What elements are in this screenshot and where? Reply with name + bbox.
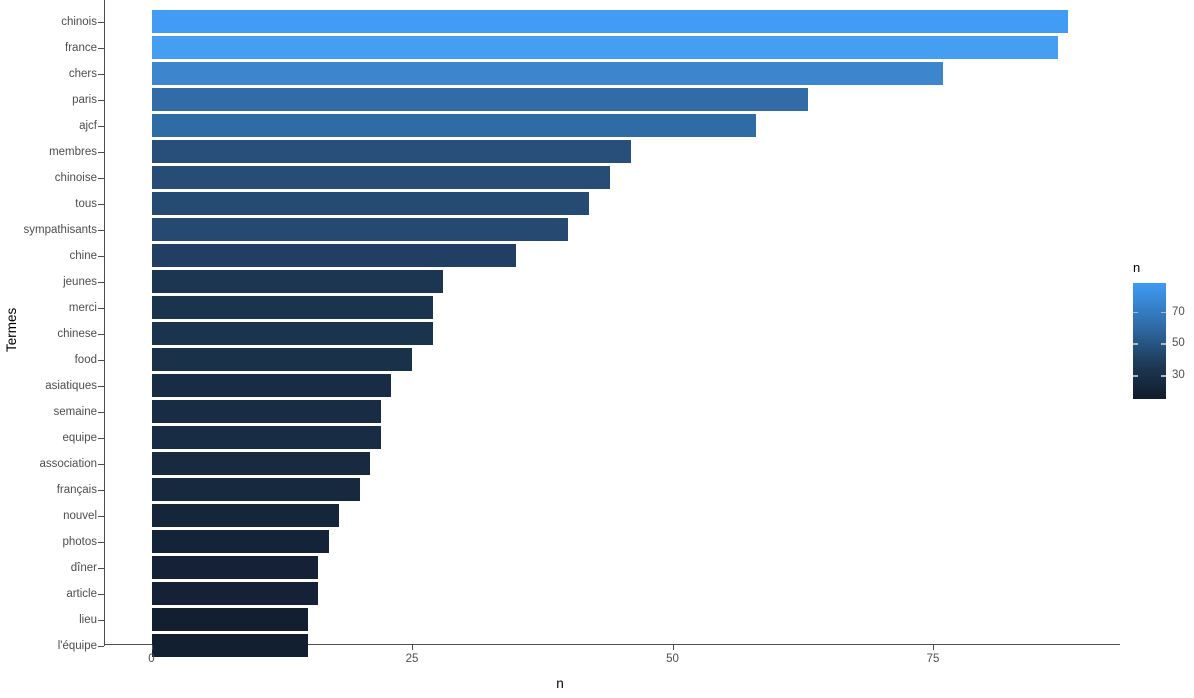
bar [151, 88, 808, 111]
y-tick-mark [98, 73, 104, 75]
legend: n 70 50 30 [1130, 260, 1194, 410]
y-tick-label: sympathisants [23, 223, 97, 236]
bar [151, 478, 360, 501]
y-tick-mark [98, 593, 104, 595]
bar [151, 270, 444, 293]
bar [151, 400, 381, 423]
legend-tick-label: 30 [1172, 369, 1185, 382]
x-tick-label: 50 [666, 653, 679, 665]
bar [151, 140, 631, 163]
y-tick-label: semaine [53, 405, 97, 418]
y-tick-label: photos [62, 535, 97, 548]
y-axis-line [104, 0, 106, 646]
bar [151, 530, 329, 553]
bar [151, 166, 610, 189]
y-tick-mark [98, 229, 104, 231]
bar [151, 556, 319, 579]
y-tick-label: paris [72, 93, 97, 106]
y-tick-label: jeunes [63, 275, 97, 288]
legend-title: n [1133, 260, 1141, 275]
x-tick-label: 75 [926, 653, 940, 665]
y-tick-label: equipe [62, 431, 97, 444]
bar [151, 374, 392, 397]
y-tick-label: france [65, 41, 97, 54]
x-tick-label: 25 [405, 653, 419, 665]
bar [151, 452, 371, 475]
y-tick-mark [98, 541, 104, 543]
y-tick-mark [98, 47, 104, 49]
y-tick-label: merci [68, 301, 97, 314]
legend-colorbar [1133, 283, 1166, 399]
y-tick-mark [98, 177, 104, 179]
bar [151, 296, 433, 319]
y-tick-label: chinois [61, 15, 97, 28]
y-tick-mark [98, 411, 104, 413]
y-tick-mark [98, 359, 104, 361]
y-tick-label: chinoise [54, 171, 97, 184]
y-tick-mark [98, 281, 104, 283]
y-tick-mark [98, 489, 104, 491]
y-tick-mark [98, 255, 104, 257]
y-tick-mark [98, 333, 104, 335]
y-tick-mark [98, 515, 104, 517]
bar [151, 322, 433, 345]
y-tick-mark [98, 203, 104, 205]
bar [151, 10, 1069, 33]
y-tick-label: association [39, 457, 97, 470]
y-tick-label: nouvel [63, 509, 97, 522]
y-tick-mark [98, 21, 104, 23]
bar [151, 504, 340, 527]
y-tick-label: chinese [57, 327, 97, 340]
legend-tick-label: 50 [1172, 337, 1185, 350]
x-tick-mark [933, 645, 935, 650]
y-tick-mark [98, 463, 104, 465]
bar [151, 608, 308, 631]
y-tick-mark [98, 567, 104, 569]
bar-chart: Termes n chinois france chers paris ajcf memb… [0, 0, 1194, 698]
y-tick-mark [98, 619, 104, 621]
y-tick-label: français [56, 483, 97, 496]
y-tick-label: lieu [79, 613, 97, 626]
bar [151, 582, 319, 605]
legend-tick-mark [1133, 343, 1138, 345]
y-tick-mark [98, 437, 104, 439]
y-tick-label: ajcf [79, 119, 97, 132]
legend-tick-mark [1161, 343, 1166, 345]
y-tick-mark [98, 151, 104, 153]
y-tick-label: chers [68, 67, 97, 80]
bar [151, 426, 381, 449]
legend-tick-label: 70 [1172, 305, 1185, 318]
y-tick-label: tous [75, 197, 97, 210]
bar [151, 114, 756, 137]
x-tick-mark [412, 645, 414, 650]
x-tick-mark [151, 645, 153, 650]
y-tick-label: article [66, 587, 97, 600]
y-tick-label: membres [49, 145, 97, 158]
y-tick-label: food [74, 353, 97, 366]
bar [151, 218, 569, 241]
y-tick-mark [98, 307, 104, 309]
bar [151, 348, 412, 371]
bar [151, 62, 944, 85]
x-tick-mark [672, 645, 674, 650]
legend-tick-mark [1133, 311, 1138, 313]
y-tick-label: l'équipe [57, 639, 97, 652]
y-tick-mark [98, 385, 104, 387]
y-tick-label: asiatiques [45, 379, 97, 392]
legend-tick-mark [1161, 311, 1166, 313]
legend-tick-mark [1161, 375, 1166, 377]
x-axis-title: n [556, 676, 564, 691]
bar [151, 244, 517, 267]
x-tick-label: 0 [148, 653, 155, 665]
bar [151, 634, 308, 657]
y-tick-mark [98, 645, 104, 647]
y-tick-label: dîner [70, 561, 97, 574]
bar [151, 36, 1059, 59]
bar [151, 192, 590, 215]
y-tick-label: chine [69, 249, 98, 262]
y-tick-mark [98, 125, 104, 127]
y-tick-mark [98, 99, 104, 101]
legend-tick-mark [1133, 375, 1138, 377]
